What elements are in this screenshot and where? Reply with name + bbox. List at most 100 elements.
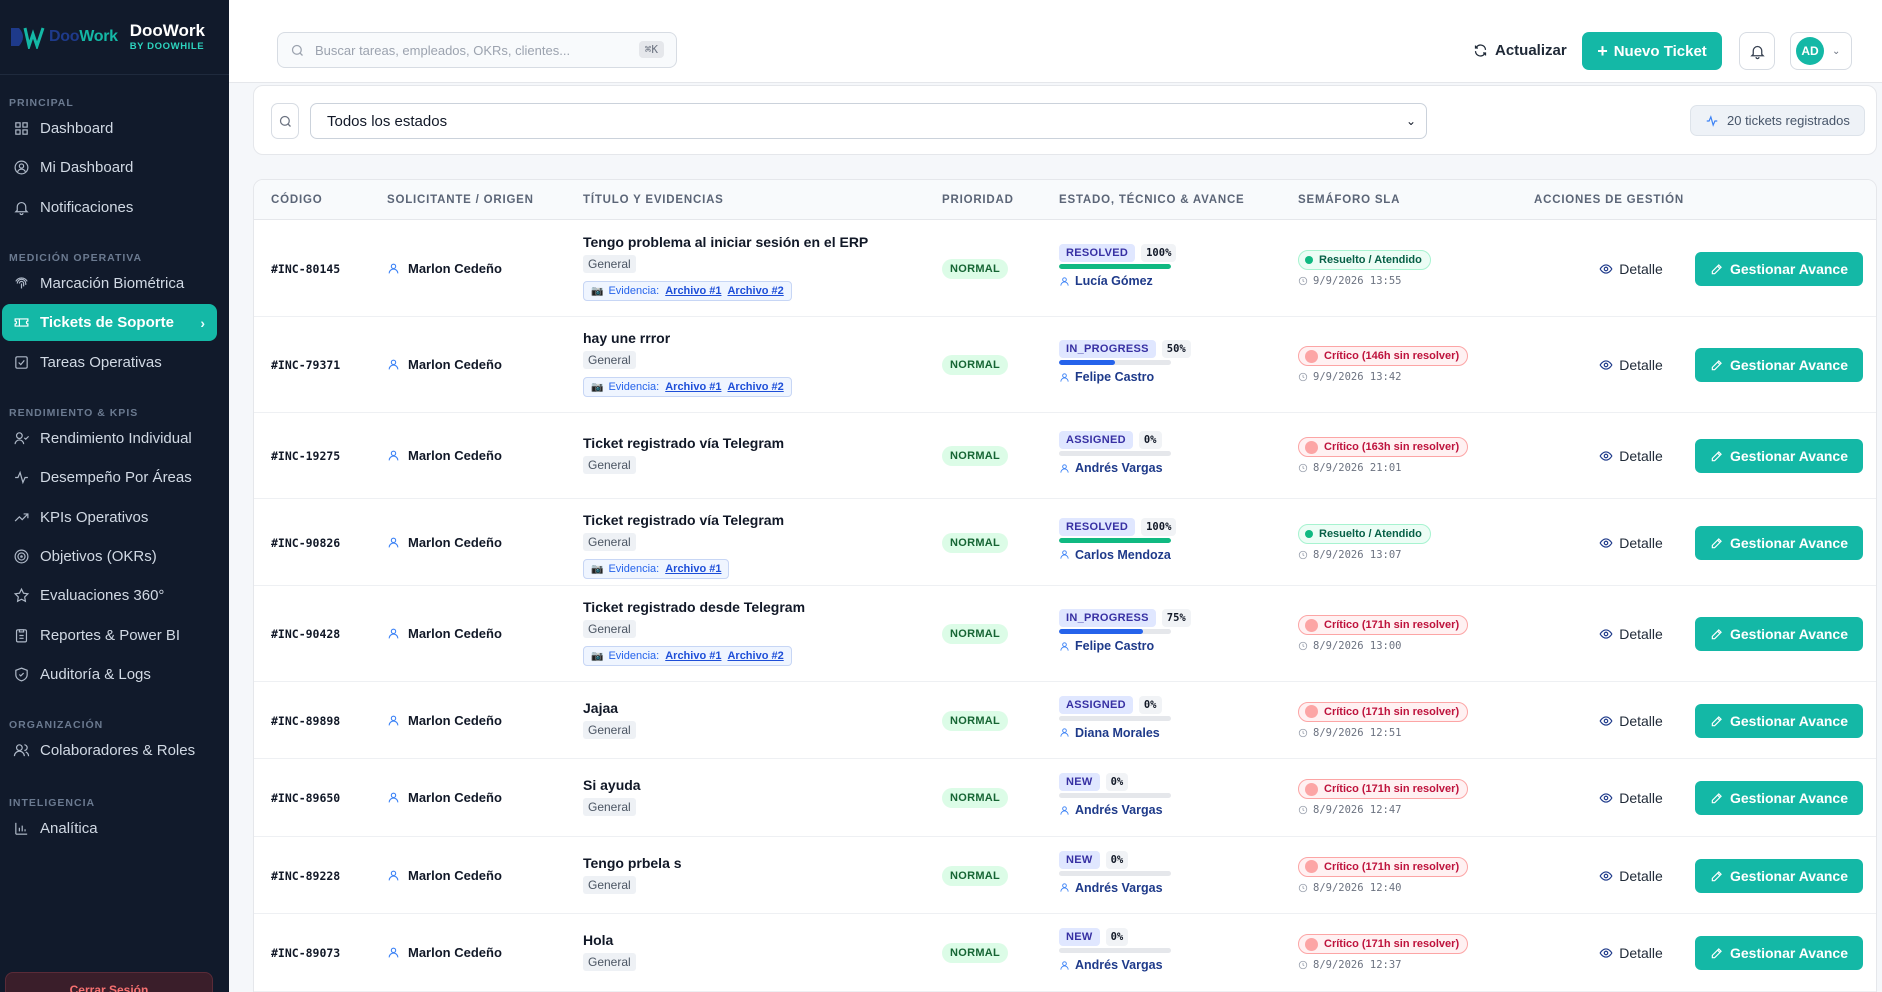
ticket-code: #INC-89073 bbox=[271, 946, 341, 960]
progress-bar bbox=[1059, 948, 1171, 953]
clock-icon bbox=[1298, 728, 1308, 737]
evidence-link[interactable]: Archivo #2 bbox=[727, 381, 783, 393]
manage-progress-button[interactable]: Gestionar Avance bbox=[1695, 858, 1863, 893]
ticket-title[interactable]: Ticket registrado vía Telegram bbox=[583, 512, 784, 528]
manage-progress-button[interactable]: Gestionar Avance bbox=[1695, 936, 1863, 970]
sidebar-item-notificaciones[interactable]: Notificaciones bbox=[2, 189, 217, 226]
edit-icon bbox=[1711, 629, 1722, 640]
status-badge: ASSIGNED bbox=[1059, 431, 1133, 449]
sidebar-item-rendimiento-individual[interactable]: Rendimiento Individual bbox=[2, 420, 217, 457]
ticket-title[interactable]: Si ayuda bbox=[583, 777, 641, 793]
user-icon bbox=[1060, 550, 1069, 559]
requester-name: Marlon Cedeño bbox=[408, 534, 502, 550]
sidebar-item-marcacion-biometrica[interactable]: Marcación Biométrica bbox=[2, 265, 217, 302]
table-row: #INC-89898 Marlon Cedeño Jajaa General NORMA… bbox=[254, 682, 1876, 759]
manage-progress-button[interactable]: Gestionar Avance bbox=[1695, 617, 1863, 651]
manage-progress-button[interactable]: Gestionar Avance bbox=[1695, 703, 1863, 738]
requester: Marlon Cedeño bbox=[387, 261, 502, 276]
evidence-link[interactable]: Archivo #1 bbox=[665, 563, 721, 575]
new-ticket-button[interactable]: + Nuevo Ticket bbox=[1582, 32, 1722, 70]
ticket-title[interactable]: Tengo problema al iniciar sesión en el E… bbox=[583, 234, 868, 250]
detail-button[interactable]: Detalle bbox=[1590, 704, 1672, 738]
detail-button[interactable]: Detalle bbox=[1590, 526, 1672, 560]
clock-icon bbox=[1298, 960, 1308, 970]
eye-icon bbox=[1599, 629, 1613, 639]
manage-progress-button[interactable]: Gestionar Avance bbox=[1695, 439, 1863, 473]
manage-label: Gestionar Avance bbox=[1729, 261, 1848, 277]
header-status: ESTADO, TÉCNICO & AVANCE bbox=[1059, 194, 1245, 206]
status-filter-select[interactable]: Todos los estados ⌄ bbox=[310, 103, 1427, 139]
manage-progress-button[interactable]: Gestionar Avance bbox=[1695, 348, 1863, 382]
ticket-code: #INC-89650 bbox=[271, 791, 341, 805]
global-search-input[interactable]: Buscar tareas, empleados, OKRs, clientes… bbox=[277, 32, 677, 68]
ticket-title[interactable]: Hola bbox=[583, 932, 636, 948]
sidebar-item-kpis-operativos[interactable]: KPIs Operativos bbox=[2, 499, 217, 536]
sidebar-item-tickets-de-soporte[interactable]: Tickets de Soporte › bbox=[2, 304, 217, 342]
requester-name: Marlon Cedeño bbox=[408, 448, 502, 463]
technician-name: Andrés Vargas bbox=[1075, 803, 1163, 817]
technician-name: Felipe Castro bbox=[1075, 370, 1155, 384]
sidebar-item-dashboard[interactable]: Dashboard bbox=[2, 110, 217, 147]
sidebar-item-evaluaciones-360[interactable]: Evaluaciones 360° bbox=[2, 577, 217, 614]
sidebar-item-analitica[interactable]: Analítica bbox=[2, 810, 217, 847]
manage-progress-button[interactable]: Gestionar Avance bbox=[1695, 525, 1863, 560]
table-row: #INC-79371 Marlon Cedeño hay une rrror Gene… bbox=[254, 317, 1876, 413]
evidence-link[interactable]: Archivo #1 bbox=[665, 650, 721, 662]
detail-button[interactable]: Detalle bbox=[1590, 781, 1672, 815]
manage-progress-button[interactable]: Gestionar Avance bbox=[1695, 252, 1863, 286]
user-icon bbox=[388, 359, 399, 370]
detail-button[interactable]: Detalle bbox=[1590, 348, 1672, 382]
nav-section-label: RENDIMIENTO & KPIS bbox=[9, 407, 139, 419]
technician: Andrés Vargas bbox=[1059, 958, 1171, 972]
manage-progress-button[interactable]: Gestionar Avance bbox=[1695, 781, 1863, 815]
sla-timestamp: 8/9/2026 12:40 bbox=[1298, 882, 1468, 894]
ticket-title-block: Ticket registrado vía Telegram General bbox=[583, 435, 784, 474]
progress-percent: 0% bbox=[1105, 928, 1129, 946]
sidebar-item-objetivos-okrs[interactable]: Objetivos (OKRs) bbox=[2, 538, 217, 575]
edit-icon bbox=[1711, 793, 1722, 804]
filter-search-button[interactable] bbox=[271, 103, 299, 139]
user-menu-button[interactable]: AD ⌄ bbox=[1790, 32, 1852, 70]
ticket-title[interactable]: Ticket registrado desde Telegram bbox=[583, 599, 805, 615]
clock-icon bbox=[1298, 550, 1308, 559]
user-icon bbox=[1060, 805, 1069, 815]
detail-button[interactable]: Detalle bbox=[1590, 859, 1672, 893]
evidence-link[interactable]: Archivo #1 bbox=[665, 381, 721, 393]
clock-icon bbox=[1298, 463, 1308, 473]
status-block: NEW 0% Andrés Vargas bbox=[1059, 773, 1171, 817]
sidebar-item-mi-dashboard[interactable]: Mi Dashboard bbox=[2, 149, 217, 186]
sla-badge: Resuelto / Atendido bbox=[1298, 523, 1431, 544]
evidence-link[interactable]: Archivo #2 bbox=[727, 650, 783, 662]
evidence-link[interactable]: Archivo #1 bbox=[665, 285, 721, 297]
detail-button[interactable]: Detalle bbox=[1590, 439, 1672, 473]
detail-button[interactable]: Detalle bbox=[1590, 252, 1672, 286]
clock-icon bbox=[1298, 276, 1308, 286]
edit-icon bbox=[1711, 715, 1722, 726]
ticket-title[interactable]: Ticket registrado vía Telegram bbox=[583, 435, 784, 451]
evidence-link[interactable]: Archivo #2 bbox=[727, 285, 783, 297]
sidebar-item-desempeno-por-areas[interactable]: Desempeño Por Áreas bbox=[2, 459, 217, 496]
sidebar-item-auditoria-logs[interactable]: Auditoría & Logs bbox=[2, 656, 217, 693]
status-line: NEW 0% bbox=[1059, 928, 1171, 946]
sla-block: Crítico (171h sin resolver) 8/9/2026 12:4… bbox=[1298, 779, 1469, 816]
clock-icon bbox=[1298, 805, 1308, 815]
sidebar-item-label: Tareas Operativas bbox=[40, 353, 162, 371]
notifications-button[interactable] bbox=[1739, 32, 1775, 70]
ticket-title[interactable]: Tengo prbela s bbox=[583, 855, 682, 871]
ticket-title[interactable]: Jajaa bbox=[583, 700, 636, 716]
progress-bar bbox=[1059, 360, 1171, 365]
sidebar-item-colaboradores-roles[interactable]: Colaboradores & Roles bbox=[2, 732, 217, 769]
detail-button[interactable]: Detalle bbox=[1590, 617, 1672, 651]
status-badge: RESOLVED bbox=[1059, 244, 1136, 262]
sidebar-item-reportes-power-bi[interactable]: Reportes & Power BI bbox=[2, 617, 217, 654]
requester-name: Marlon Cedeño bbox=[408, 357, 502, 372]
detail-label: Detalle bbox=[1619, 867, 1663, 884]
ticket-title[interactable]: hay une rrror bbox=[583, 330, 792, 346]
eye-icon bbox=[1599, 793, 1613, 803]
logout-button[interactable]: Cerrar Sesión bbox=[5, 972, 213, 992]
refresh-button[interactable]: Actualizar bbox=[1473, 33, 1567, 67]
sidebar-item-tareas-operativas[interactable]: Tareas Operativas bbox=[2, 344, 217, 381]
sla-time-text: 8/9/2026 12:51 bbox=[1313, 726, 1402, 739]
detail-button[interactable]: Detalle bbox=[1590, 936, 1672, 970]
evidence-box: 📷 Evidencia: Archivo #1 Archivo #2 bbox=[583, 646, 792, 666]
